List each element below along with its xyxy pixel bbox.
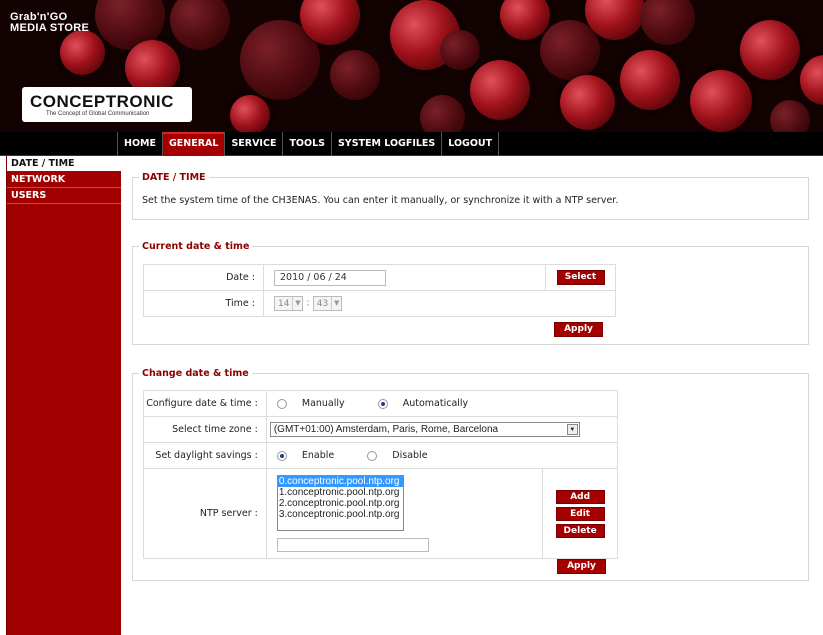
datetime-info-panel: DATE / TIME Set the system time of the C… (132, 171, 809, 220)
current-datetime-legend: Current date & time (139, 240, 253, 253)
delete-ntp-button[interactable]: Delete (555, 523, 605, 538)
edit-ntp-button[interactable]: Edit (555, 506, 605, 521)
automatic-option-label: Automatically (402, 398, 469, 409)
change-datetime-table: Configure date & time : Manually Automat… (143, 390, 619, 559)
date-label: Date : (143, 264, 264, 291)
hour-select[interactable]: 14 ▼ (274, 296, 304, 311)
chevron-down-icon: ▼ (566, 424, 578, 435)
configure-cell: Manually Automatically (265, 390, 619, 417)
top-nav: HOME GENERAL SERVICE TOOLS SYSTEM LOGFIL… (0, 132, 823, 156)
daylight-cell: Enable Disable (265, 442, 619, 469)
conceptronic-logo: CONCEPTRONIC The Concept of Global Commu… (22, 87, 192, 122)
nav-home[interactable]: HOME (117, 132, 162, 156)
ntp-server-item[interactable]: 1.conceptronic.pool.ntp.org (278, 487, 403, 498)
add-ntp-button[interactable]: Add (555, 489, 605, 504)
daylight-disable-radio[interactable] (367, 450, 378, 461)
nav-logout[interactable]: LOGOUT (441, 132, 500, 156)
select-date-button[interactable]: Select (556, 270, 605, 285)
current-datetime-panel: Current date & time Date : 2010 / 06 / 2… (132, 240, 809, 345)
timezone-select[interactable]: (GMT+01:00) Amsterdam, Paris, Rome, Barc… (269, 422, 580, 437)
logo-tagline: The Concept of Global Communication (46, 111, 150, 117)
ntp-server-input[interactable] (276, 538, 429, 552)
datetime-legend: DATE / TIME (139, 171, 209, 184)
apply-current-button[interactable]: Apply (554, 322, 603, 337)
manual-radio[interactable] (276, 398, 287, 409)
configure-label: Configure date & time : (143, 390, 267, 417)
time-label: Time : (143, 290, 264, 317)
ntp-server-item[interactable]: 2.conceptronic.pool.ntp.org (278, 498, 403, 509)
minute-value: 43 (316, 298, 329, 309)
manual-option-label: Manually (301, 398, 345, 409)
minute-select[interactable]: 43 ▼ (312, 296, 343, 311)
current-datetime-table: Date : 2010 / 06 / 24 Select Time : 14 ▼ … (143, 264, 616, 317)
automatic-radio[interactable] (377, 398, 388, 409)
sidebar: DATE / TIME NETWORK USERS (6, 156, 121, 635)
daylight-enable-radio[interactable] (276, 450, 287, 461)
select-cell: Select (545, 264, 616, 291)
nav-general[interactable]: GENERAL (161, 132, 225, 156)
nav-service[interactable]: SERVICE (224, 132, 282, 156)
ntp-server-item[interactable]: 3.conceptronic.pool.ntp.org (278, 509, 403, 520)
ntp-server-list[interactable]: 0.conceptronic.pool.ntp.org 1.conceptron… (276, 475, 404, 531)
timezone-cell: (GMT+01:00) Amsterdam, Paris, Rome, Barc… (265, 416, 619, 443)
nav-system-logfiles[interactable]: SYSTEM LOGFILES (330, 132, 441, 156)
store-title-line2: MEDIA STORE (10, 22, 90, 34)
date-input[interactable]: 2010 / 06 / 24 (274, 269, 386, 286)
chevron-down-icon: ▼ (331, 297, 341, 310)
apply-change-button[interactable]: Apply (557, 559, 606, 574)
ntp-list-cell: 0.conceptronic.pool.ntp.org 1.conceptron… (265, 468, 544, 559)
time-cell: 14 ▼ : 43 ▼ (263, 290, 616, 317)
ntp-server-item[interactable]: 0.conceptronic.pool.ntp.org (277, 476, 403, 487)
hour-value: 14 (278, 298, 290, 309)
sidebar-item-network[interactable]: NETWORK (7, 172, 121, 188)
change-datetime-panel: Change date & time Configure date & time… (132, 367, 809, 581)
nav-tools[interactable]: TOOLS (282, 132, 331, 156)
date-cell: 2010 / 06 / 24 (263, 264, 546, 291)
store-title: Grab'n'GO MEDIA STORE (10, 12, 89, 34)
timezone-label: Select time zone : (143, 416, 267, 443)
header-banner: Grab'n'GO MEDIA STORE CONCEPTRONIC The C… (0, 0, 823, 132)
logo-text: CONCEPTRONIC (30, 92, 174, 111)
ntp-label: NTP server : (143, 468, 267, 559)
daylight-disable-label: Disable (392, 450, 428, 461)
sidebar-item-users[interactable]: USERS (7, 188, 121, 204)
daylight-enable-label: Enable (301, 450, 335, 461)
change-datetime-legend: Change date & time (139, 367, 252, 380)
daylight-label: Set daylight savings : (143, 442, 267, 469)
time-separator: : (306, 297, 310, 309)
ntp-buttons-cell: Add Edit Delete (542, 468, 618, 559)
chevron-down-icon: ▼ (292, 297, 302, 310)
sidebar-item-date-time[interactable]: DATE / TIME (7, 156, 121, 172)
timezone-value: (GMT+01:00) Amsterdam, Paris, Rome, Barc… (273, 424, 499, 435)
datetime-description: Set the system time of the CH3ENAS. You … (142, 195, 619, 206)
